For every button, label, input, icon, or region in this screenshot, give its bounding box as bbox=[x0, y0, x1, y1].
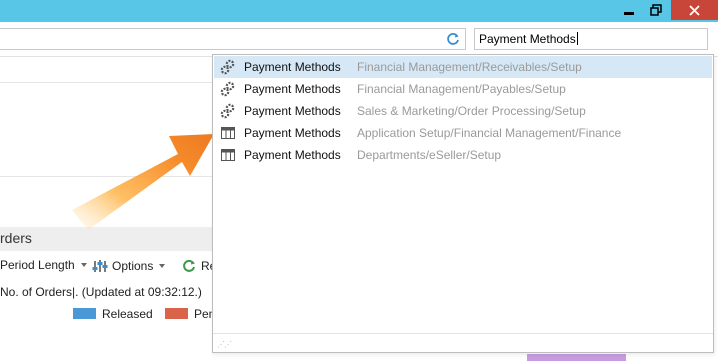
search-value: Payment Methods bbox=[479, 32, 576, 46]
suggestion-path: Application Setup/Financial Management/F… bbox=[357, 126, 622, 140]
suggestion-item[interactable]: Payment Methods Application Setup/Financ… bbox=[214, 122, 712, 144]
suggestion-name: Payment Methods bbox=[244, 60, 341, 74]
period-length-dropdown[interactable]: Period Length bbox=[0, 258, 87, 272]
period-length-label: Period Length bbox=[0, 258, 75, 272]
status-text: No. of Orders|. (Updated at 09:32:12.) bbox=[0, 285, 202, 299]
dropdown-footer: ⋰⋰ bbox=[213, 333, 713, 352]
options-icon bbox=[92, 260, 108, 272]
pointer-arrow-icon bbox=[72, 134, 214, 230]
suggestion-name: Payment Methods bbox=[244, 82, 341, 96]
section-title: rders bbox=[0, 230, 32, 246]
table-icon bbox=[221, 127, 235, 139]
suggestion-name: Payment Methods bbox=[244, 104, 341, 118]
address-field[interactable] bbox=[0, 28, 466, 50]
suggestion-path: Financial Management/Receivables/Setup bbox=[357, 60, 582, 74]
suggestion-path: Sales & Marketing/Order Processing/Setup bbox=[357, 104, 586, 118]
close-icon bbox=[689, 4, 700, 16]
refresh-icon bbox=[183, 259, 195, 272]
divider bbox=[0, 82, 214, 83]
options-button[interactable]: Options bbox=[92, 258, 166, 274]
chevron-down-icon bbox=[159, 264, 166, 268]
search-suggestions-dropdown: Payment Methods Financial Management/Rec… bbox=[212, 54, 714, 353]
toolbar: Payment Methods bbox=[0, 22, 718, 57]
search-input[interactable]: Payment Methods bbox=[474, 28, 708, 50]
close-button[interactable] bbox=[671, 0, 718, 20]
legend-swatch-released bbox=[73, 308, 96, 319]
gears-icon bbox=[220, 81, 235, 97]
gears-icon bbox=[220, 103, 235, 119]
suggestion-item[interactable]: Payment Methods Departments/eSeller/Setu… bbox=[214, 144, 712, 166]
chart-bar bbox=[527, 354, 626, 361]
minimize-icon bbox=[624, 11, 634, 15]
restore-icon bbox=[650, 4, 662, 16]
suggestion-item[interactable]: Payment Methods Sales & Marketing/Order … bbox=[214, 100, 712, 122]
suggestion-path: Departments/eSeller/Setup bbox=[357, 148, 502, 162]
legend-label-released: Released bbox=[102, 307, 153, 321]
suggestion-name: Payment Methods bbox=[244, 126, 341, 140]
suggestion-name: Payment Methods bbox=[244, 148, 341, 162]
restore-button[interactable] bbox=[643, 0, 669, 20]
gears-icon bbox=[220, 59, 235, 75]
chevron-down-icon bbox=[80, 263, 87, 267]
title-bar bbox=[0, 0, 718, 22]
options-label: Options bbox=[112, 259, 154, 273]
table-icon bbox=[221, 149, 235, 161]
suggestion-path: Financial Management/Payables/Setup bbox=[357, 82, 566, 96]
refresh-icon[interactable] bbox=[445, 31, 461, 47]
minimize-button[interactable] bbox=[616, 0, 642, 20]
suggestion-item[interactable]: Payment Methods Financial Management/Pay… bbox=[214, 78, 712, 100]
resize-grip-icon[interactable]: ⋰⋰ bbox=[217, 340, 232, 349]
legend-swatch-pending bbox=[165, 308, 188, 319]
text-caret bbox=[576, 32, 578, 45]
suggestion-item[interactable]: Payment Methods Financial Management/Rec… bbox=[214, 56, 712, 78]
